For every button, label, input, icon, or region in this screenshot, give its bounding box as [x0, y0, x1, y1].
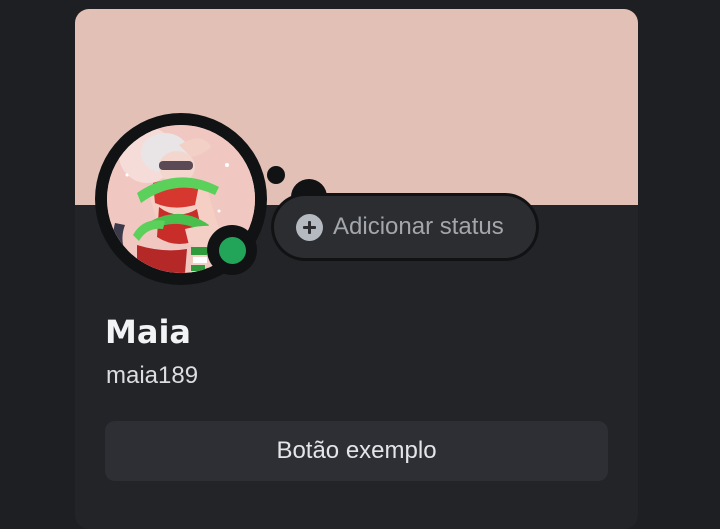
example-button-label: Botão exemplo	[276, 437, 437, 464]
profile-card: Adicionar status Maia maia189 Botão exem…	[75, 9, 638, 529]
display-name: Maia	[105, 313, 191, 351]
add-status-label: Adicionar status	[333, 213, 504, 240]
example-button[interactable]: Botão exemplo	[105, 421, 608, 481]
online-dot-icon	[219, 237, 246, 264]
status-thought-dot-small	[267, 166, 285, 184]
username: maia189	[106, 362, 199, 389]
add-status-button[interactable]: Adicionar status	[274, 196, 536, 258]
plus-circle-icon	[296, 213, 323, 241]
